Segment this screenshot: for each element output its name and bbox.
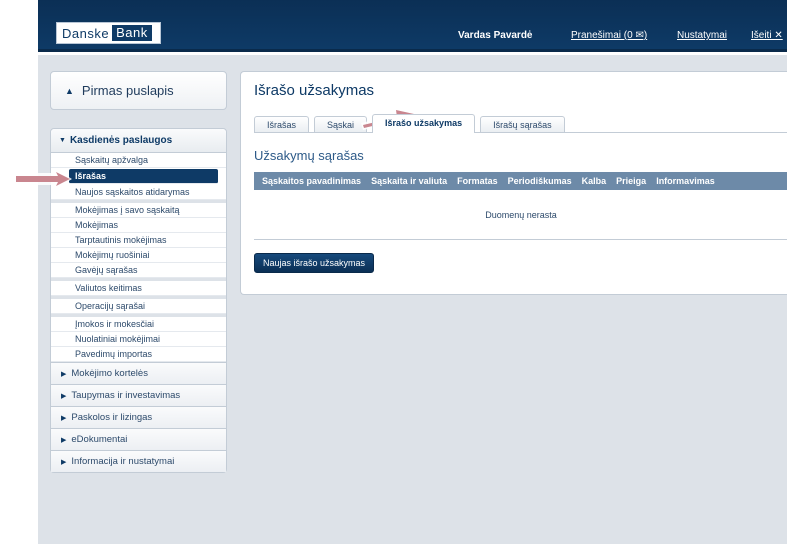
sidebar-category-label: Taupymas ir investavimas bbox=[71, 390, 181, 401]
tab-bar: Išrašas Sąskai Išrašo užsakymas Išrašų sąra… bbox=[254, 114, 570, 133]
sidebar-menu: ▼ Kasdienės paslaugos Sąskaitų apžvalga I… bbox=[50, 128, 227, 473]
sidebar-item[interactable]: Sąskaitų apžvalga bbox=[51, 153, 226, 168]
sidebar-category-label: Informacija ir nustatymai bbox=[71, 456, 175, 467]
sidebar-item[interactable]: Mokėjimas bbox=[51, 218, 226, 233]
tab[interactable]: Išrašų sąrašas bbox=[480, 116, 565, 133]
sidebar-category-label: eDokumentai bbox=[71, 434, 128, 445]
empty-table-message: Duomenų nerasta bbox=[254, 190, 787, 240]
logo-text-bank: Bank bbox=[112, 25, 152, 41]
table-column-header[interactable]: Prieiga bbox=[616, 176, 646, 186]
section-title: Užsakymų sąrašas bbox=[254, 148, 364, 163]
settings-link[interactable]: Nustatymai bbox=[677, 30, 727, 41]
table-header: Sąskaitos pavadinimas Sąskaita ir valiuta… bbox=[254, 172, 787, 190]
sidebar-category[interactable]: ▶ Informacija ir nustatymai bbox=[51, 450, 226, 472]
sidebar-category[interactable]: ▶ eDokumentai bbox=[51, 428, 226, 450]
triangle-right-icon: ▶ bbox=[61, 371, 67, 378]
sidebar-item[interactable]: Mokėjimų ruošiniai bbox=[51, 248, 226, 263]
sidebar-item[interactable]: Mokėjimas į savo sąskaitą bbox=[51, 203, 226, 218]
triangle-right-icon: ▶ bbox=[61, 459, 67, 466]
sidebar-item[interactable]: Operacijų sąrašai bbox=[51, 299, 226, 314]
sidebar-category[interactable]: ▶ Taupymas ir investavimas bbox=[51, 384, 226, 406]
sidebar-category-label: Mokėjimo kortelės bbox=[71, 368, 148, 379]
triangle-right-icon: ▶ bbox=[61, 393, 67, 400]
new-order-button[interactable]: Naujas išrašo užsakymas bbox=[254, 253, 375, 273]
sidebar-item[interactable]: Nuolatiniai mokėjimai bbox=[51, 332, 226, 347]
user-name: Vardas Pavardė bbox=[458, 30, 533, 41]
sidebar-items: Sąskaitų apžvalga Išrašas Naujos sąskaitos… bbox=[51, 153, 226, 362]
sidebar-category-label: Paskolos ir lizingas bbox=[71, 412, 153, 423]
tab-divider bbox=[254, 132, 787, 133]
sidebar-category[interactable]: ▶ Paskolos ir lizingas bbox=[51, 406, 226, 428]
table-column-header[interactable]: Formatas bbox=[457, 176, 498, 186]
table-column-header[interactable]: Informavimas bbox=[656, 176, 715, 186]
sidebar-section-title: Kasdienės paslaugos bbox=[69, 135, 173, 146]
arrow-pointer-icon bbox=[16, 168, 72, 190]
messages-link[interactable]: Pranešimai (0 ✉) bbox=[571, 30, 647, 41]
logo-text-danske: Danske bbox=[62, 25, 110, 41]
danske-bank-logo[interactable]: Danske Bank bbox=[56, 22, 161, 44]
tab[interactable]: Išrašas bbox=[254, 116, 310, 133]
table-column-header[interactable]: Kalba bbox=[582, 176, 607, 186]
sidebar-section-header[interactable]: ▼ Kasdienės paslaugos bbox=[51, 129, 226, 153]
logout-link[interactable]: Išeiti ✕ bbox=[751, 30, 783, 41]
sidebar-categories: ▶ Mokėjimo kortelės ▶ Taupymas ir investavi… bbox=[51, 362, 226, 472]
sidebar-item[interactable]: Naujos sąskaitos atidarymas bbox=[51, 185, 226, 200]
triangle-right-icon: ▶ bbox=[61, 415, 67, 422]
sidebar-category[interactable]: ▶ Mokėjimo kortelės bbox=[51, 362, 226, 384]
sidebar-item[interactable]: Įmokos ir mokesčiai bbox=[51, 317, 226, 332]
sidebar-item[interactable]: Išrašas bbox=[69, 169, 218, 184]
table-column-header[interactable]: Sąskaitos pavadinimas bbox=[262, 176, 361, 186]
table-column-header[interactable]: Sąskaita ir valiuta bbox=[371, 176, 447, 186]
top-bar: Danske Bank Vardas Pavardė Pranešimai (0… bbox=[38, 0, 787, 52]
home-link[interactable]: ▲ Pirmas puslapis bbox=[50, 71, 227, 110]
tab[interactable]: Išrašo užsakymas bbox=[372, 114, 476, 133]
home-icon: ▲ bbox=[65, 85, 74, 96]
sidebar-item[interactable]: Pavedimų importas bbox=[51, 347, 226, 362]
triangle-down-icon: ▼ bbox=[59, 137, 66, 144]
sidebar-item[interactable]: Valiutos keitimas bbox=[51, 281, 226, 296]
home-label: Pirmas puslapis bbox=[81, 83, 174, 98]
table-column-header[interactable]: Periodiškumas bbox=[508, 176, 572, 186]
main-panel: Išrašo užsakymas Išrašas Sąskai Išrašo užs… bbox=[240, 71, 787, 295]
sidebar-item[interactable]: Tarptautinis mokėjimas bbox=[51, 233, 226, 248]
page-title: Išrašo užsakymas bbox=[254, 82, 375, 99]
tab[interactable]: Sąskai bbox=[314, 116, 368, 133]
triangle-right-icon: ▶ bbox=[61, 437, 67, 444]
sidebar-item[interactable]: Gavėjų sąrašas bbox=[51, 263, 226, 278]
